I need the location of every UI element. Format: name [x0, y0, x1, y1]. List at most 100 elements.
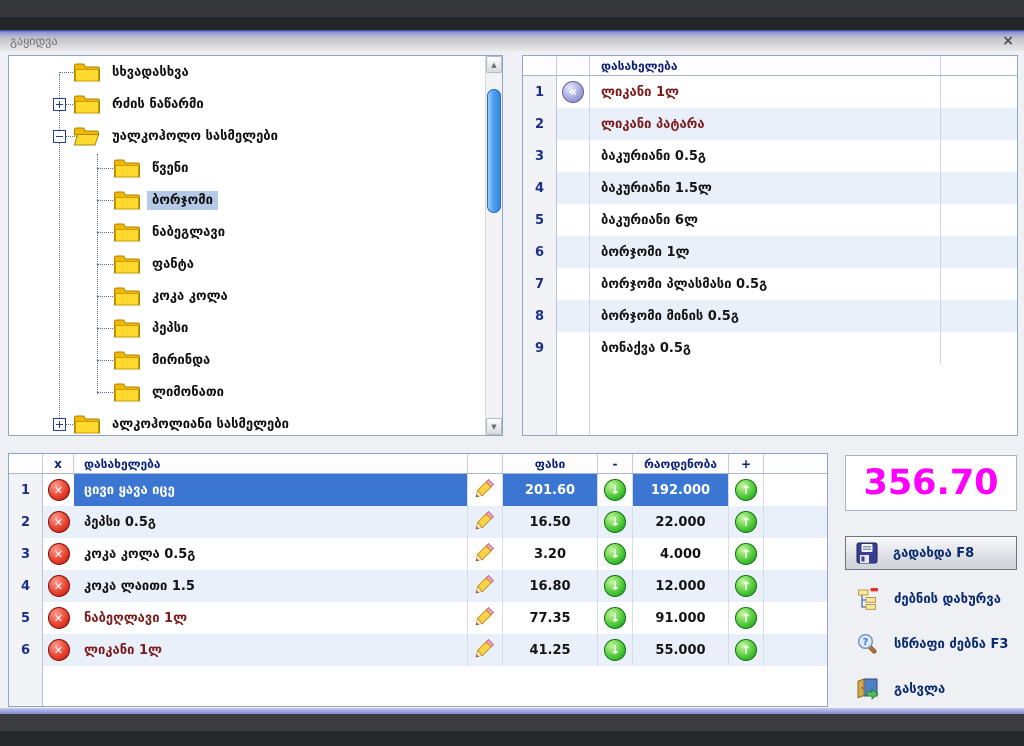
cart-row[interactable]: 6 ✕ ლიკანი 1ლ 41.25 ↓ 55.000 ↑ [9, 634, 827, 666]
folder-icon [113, 286, 140, 307]
delete-icon[interactable]: ✕ [47, 607, 70, 629]
back-arrow-icon[interactable]: « [557, 76, 590, 108]
cart-item-qty: 91.000 [633, 602, 729, 634]
arrow-up-icon[interactable]: ↑ [735, 639, 757, 661]
arrow-down-icon[interactable]: ↓ [604, 479, 626, 501]
arrow-up-icon[interactable]: ↑ [735, 543, 757, 565]
cart-blank-cell [764, 602, 827, 634]
products-body: 1 « ლიკანი 1ლ 2 ლიკანი პატარა 3 ბაკურიანი 0.5გ… [523, 76, 1017, 435]
product-row-number: 5 [523, 204, 557, 236]
cart-row[interactable]: 1 ✕ ცივი ყავა იცე 201.60 ↓ 192.000 ↑ [9, 474, 827, 506]
cart-item-qty: 22.000 [633, 506, 729, 538]
expand-icon[interactable] [53, 97, 66, 111]
arrow-up-icon[interactable]: ↑ [735, 511, 757, 533]
products-header-icon [557, 56, 590, 75]
tree-item[interactable]: რძის ნაწარმი [9, 88, 485, 120]
arrow-down-icon[interactable]: ↓ [604, 511, 626, 533]
product-icon-cell [557, 300, 590, 332]
pencil-icon[interactable] [475, 574, 495, 598]
product-row[interactable]: 6 ბორჯომი 1ლ [523, 236, 1017, 268]
cart-blank-cell [764, 474, 827, 506]
tree-item[interactable]: ბორჯომი [9, 184, 485, 216]
products-filler [523, 364, 1017, 435]
tree-item[interactable]: ფანტა [9, 248, 485, 280]
cart-increase-cell: ↑ [729, 634, 764, 666]
arrow-down-icon[interactable]: ↓ [604, 575, 626, 597]
tree-item[interactable]: უალკოჰოლო სასმელები [9, 120, 485, 152]
product-icon-cell [557, 172, 590, 204]
cart-item-name: კოკა ლაითი 1.5 [74, 570, 468, 602]
arrow-down-icon[interactable]: ↓ [604, 543, 626, 565]
product-blank-cell [940, 108, 1017, 140]
close-icon[interactable]: × [1002, 34, 1014, 48]
cart-delete-cell: ✕ [43, 634, 74, 666]
tree-item[interactable]: წვენი [9, 152, 485, 184]
product-name: ლიკანი 1ლ [601, 84, 679, 100]
product-row[interactable]: 3 ბაკურიანი 0.5გ [523, 140, 1017, 172]
products-header: დასახელება [523, 56, 1017, 76]
collapse-icon[interactable] [53, 129, 66, 143]
product-row[interactable]: 9 ბონაქვა 0.5გ [523, 332, 1017, 364]
scroll-down-icon[interactable]: ▼ [486, 418, 502, 435]
cart-decrease-cell: ↓ [598, 602, 633, 634]
cart-row[interactable]: 2 ✕ პეპსი 0.5გ 16.50 ↓ 22.000 ↑ [9, 506, 827, 538]
delete-icon[interactable]: ✕ [47, 479, 70, 501]
exit-button[interactable]: გასვლა [845, 674, 1017, 704]
cart-row[interactable]: 4 ✕ კოკა ლაითი 1.5 16.80 ↓ 12.000 ↑ [9, 570, 827, 602]
quick-search-button[interactable]: ? სწრაფი ძებნა F3 [845, 629, 1017, 659]
cart-item-price: 16.50 [503, 506, 598, 538]
tree-item[interactable]: კოკა კოლა [9, 280, 485, 312]
tree-scrollbar[interactable]: ▲ ▼ [485, 56, 502, 435]
product-row[interactable]: 4 ბაკურიანი 1.5ლ [523, 172, 1017, 204]
pencil-icon[interactable] [475, 606, 495, 630]
tree-item[interactable]: სხვადასხვა [9, 56, 485, 88]
tree-item[interactable]: ლიმონათი [9, 376, 485, 408]
cart-item-price: 41.25 [503, 634, 598, 666]
arrow-down-icon[interactable]: ↓ [604, 639, 626, 661]
cart-edit-cell [468, 474, 503, 506]
cart-blank-cell [764, 506, 827, 538]
arrow-up-icon[interactable]: ↑ [735, 479, 757, 501]
tree-item-label: ნაბეგლავი [152, 224, 226, 240]
cart-row[interactable]: 5 ✕ ნაბეღლავი 1ლ 77.35 ↓ 91.000 ↑ [9, 602, 827, 634]
tree-item[interactable]: ნაბეგლავი [9, 216, 485, 248]
tree-item[interactable]: ალკოჰოლიანი სასმელები [9, 408, 485, 435]
product-row[interactable]: 7 ბორჯომი პლასმასი 0.5გ [523, 268, 1017, 300]
cart-blank-cell [764, 570, 827, 602]
quick-search-icon: ? [855, 631, 881, 657]
folder-icon [113, 318, 140, 339]
delete-icon[interactable]: ✕ [47, 511, 70, 533]
pay-button[interactable]: გადახდა F8 [845, 536, 1017, 570]
product-row[interactable]: 5 ბაკურიანი 6ლ [523, 204, 1017, 236]
folder-icon [113, 222, 140, 243]
delete-icon[interactable]: ✕ [47, 639, 70, 661]
back-arrow-icon[interactable]: « [562, 81, 584, 103]
pencil-icon[interactable] [475, 542, 495, 566]
product-row[interactable]: 8 ბორჯომი მინის 0.5გ [523, 300, 1017, 332]
arrow-up-icon[interactable]: ↑ [735, 607, 757, 629]
arrow-down-icon[interactable]: ↓ [604, 607, 626, 629]
delete-icon[interactable]: ✕ [47, 575, 70, 597]
expand-icon[interactable] [53, 417, 66, 431]
product-row[interactable]: 1 « ლიკანი 1ლ [523, 76, 1017, 108]
scroll-up-icon[interactable]: ▲ [486, 56, 502, 73]
products-header-num [523, 56, 557, 75]
delete-icon[interactable]: ✕ [47, 543, 70, 565]
cart-increase-cell: ↑ [729, 570, 764, 602]
exit-button-label: გასვლა [894, 681, 946, 697]
product-row[interactable]: 2 ლიკანი პატარა [523, 108, 1017, 140]
pencil-icon[interactable] [475, 478, 495, 502]
pencil-icon[interactable] [475, 510, 495, 534]
tree-item[interactable]: პეპსი [9, 312, 485, 344]
cart-increase-cell: ↑ [729, 506, 764, 538]
arrow-up-icon[interactable]: ↑ [735, 575, 757, 597]
cart-decrease-cell: ↓ [598, 570, 633, 602]
scrollbar-thumb[interactable] [487, 89, 501, 213]
product-name: ბორჯომი პლასმასი 0.5გ [601, 276, 768, 292]
close-search-button[interactable]: ძებნის დახურვა [845, 584, 1017, 614]
cart-row[interactable]: 3 ✕ კოკა კოლა 0.5გ 3.20 ↓ 4.000 ↑ [9, 538, 827, 570]
pencil-icon[interactable] [475, 638, 495, 662]
tree-item[interactable]: მირინდა [9, 344, 485, 376]
cart-item-name: კოკა კოლა 0.5გ [74, 538, 468, 570]
product-blank-cell [940, 140, 1017, 172]
